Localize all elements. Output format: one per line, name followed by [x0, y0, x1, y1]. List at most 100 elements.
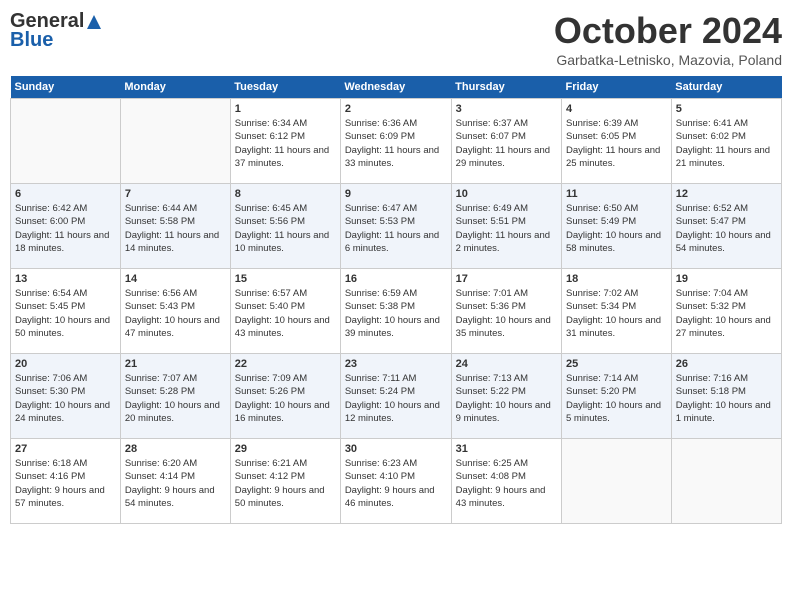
day-number: 20 — [15, 358, 116, 370]
day-number: 23 — [345, 358, 447, 370]
day-info: Sunrise: 7:01 AMSunset: 5:36 PMDaylight:… — [456, 287, 557, 340]
day-info: Sunrise: 6:41 AMSunset: 6:02 PMDaylight:… — [676, 117, 777, 170]
header-row: SundayMondayTuesdayWednesdayThursdayFrid… — [11, 76, 782, 99]
day-info: Sunrise: 7:13 AMSunset: 5:22 PMDaylight:… — [456, 372, 557, 425]
day-number: 1 — [235, 103, 336, 115]
col-header-wednesday: Wednesday — [340, 76, 451, 99]
day-info: Sunrise: 6:44 AMSunset: 5:58 PMDaylight:… — [125, 202, 226, 255]
day-number: 19 — [676, 273, 777, 285]
day-info: Sunrise: 7:14 AMSunset: 5:20 PMDaylight:… — [566, 372, 667, 425]
day-cell: 5 Sunrise: 6:41 AMSunset: 6:02 PMDaylight… — [671, 99, 781, 184]
day-number: 5 — [676, 103, 777, 115]
day-number: 7 — [125, 188, 226, 200]
week-row-4: 20 Sunrise: 7:06 AMSunset: 5:30 PMDayligh… — [11, 354, 782, 439]
day-info: Sunrise: 6:23 AMSunset: 4:10 PMDaylight:… — [345, 457, 447, 510]
day-cell: 11 Sunrise: 6:50 AMSunset: 5:49 PMDayligh… — [561, 184, 671, 269]
day-info: Sunrise: 6:47 AMSunset: 5:53 PMDaylight:… — [345, 202, 447, 255]
day-cell: 2Sunrise: 6:36 AMSunset: 6:09 PMDaylight… — [340, 99, 451, 184]
month-title: October 2024 — [554, 10, 782, 52]
day-cell: 21 Sunrise: 7:07 AMSunset: 5:28 PMDayligh… — [120, 354, 230, 439]
day-cell: 31 Sunrise: 6:25 AMSunset: 4:08 PMDayligh… — [451, 439, 561, 524]
week-row-5: 27 Sunrise: 6:18 AMSunset: 4:16 PMDayligh… — [11, 439, 782, 524]
day-info: Sunrise: 6:25 AMSunset: 4:08 PMDaylight:… — [456, 457, 557, 510]
day-info: Sunrise: 6:57 AMSunset: 5:40 PMDaylight:… — [235, 287, 336, 340]
col-header-thursday: Thursday — [451, 76, 561, 99]
day-cell: 28Sunrise: 6:20 AMSunset: 4:14 PMDayligh… — [120, 439, 230, 524]
day-info: Sunrise: 6:18 AMSunset: 4:16 PMDaylight:… — [15, 457, 116, 510]
day-info: Sunrise: 6:45 AMSunset: 5:56 PMDaylight:… — [235, 202, 336, 255]
day-number: 31 — [456, 443, 557, 455]
day-cell: 9Sunrise: 6:47 AMSunset: 5:53 PMDaylight… — [340, 184, 451, 269]
day-number: 14 — [125, 273, 226, 285]
day-info: Sunrise: 6:52 AMSunset: 5:47 PMDaylight:… — [676, 202, 777, 255]
logo-icon — [85, 13, 103, 31]
day-number: 22 — [235, 358, 336, 370]
day-cell: 6 Sunrise: 6:42 AMSunset: 6:00 PMDaylight… — [11, 184, 121, 269]
day-cell: 27 Sunrise: 6:18 AMSunset: 4:16 PMDayligh… — [11, 439, 121, 524]
day-info: Sunrise: 7:16 AMSunset: 5:18 PMDaylight:… — [676, 372, 777, 425]
col-header-sunday: Sunday — [11, 76, 121, 99]
day-info: Sunrise: 6:21 AMSunset: 4:12 PMDaylight:… — [235, 457, 336, 510]
day-cell: 25 Sunrise: 7:14 AMSunset: 5:20 PMDayligh… — [561, 354, 671, 439]
day-number: 26 — [676, 358, 777, 370]
day-cell: 24 Sunrise: 7:13 AMSunset: 5:22 PMDayligh… — [451, 354, 561, 439]
day-info: Sunrise: 6:34 AMSunset: 6:12 PMDaylight:… — [235, 117, 336, 170]
day-info: Sunrise: 6:59 AMSunset: 5:38 PMDaylight:… — [345, 287, 447, 340]
day-info: Sunrise: 6:56 AMSunset: 5:43 PMDaylight:… — [125, 287, 226, 340]
day-cell: 3 Sunrise: 6:37 AMSunset: 6:07 PMDaylight… — [451, 99, 561, 184]
day-cell — [120, 99, 230, 184]
day-number: 27 — [15, 443, 116, 455]
day-cell — [671, 439, 781, 524]
day-number: 18 — [566, 273, 667, 285]
day-number: 13 — [15, 273, 116, 285]
day-info: Sunrise: 6:37 AMSunset: 6:07 PMDaylight:… — [456, 117, 557, 170]
title-section: October 2024 Garbatka-Letnisko, Mazovia,… — [554, 10, 782, 68]
day-cell: 17 Sunrise: 7:01 AMSunset: 5:36 PMDayligh… — [451, 269, 561, 354]
col-header-friday: Friday — [561, 76, 671, 99]
day-cell: 8 Sunrise: 6:45 AMSunset: 5:56 PMDaylight… — [230, 184, 340, 269]
day-number: 6 — [15, 188, 116, 200]
day-cell: 29 Sunrise: 6:21 AMSunset: 4:12 PMDayligh… — [230, 439, 340, 524]
day-number: 29 — [235, 443, 336, 455]
day-number: 8 — [235, 188, 336, 200]
day-number: 30 — [345, 443, 447, 455]
day-cell: 20 Sunrise: 7:06 AMSunset: 5:30 PMDayligh… — [11, 354, 121, 439]
day-number: 12 — [676, 188, 777, 200]
logo: General Blue — [10, 10, 103, 52]
day-info: Sunrise: 6:42 AMSunset: 6:00 PMDaylight:… — [15, 202, 116, 255]
day-number: 11 — [566, 188, 667, 200]
day-cell: 7 Sunrise: 6:44 AMSunset: 5:58 PMDaylight… — [120, 184, 230, 269]
day-info: Sunrise: 6:50 AMSunset: 5:49 PMDaylight:… — [566, 202, 667, 255]
day-cell: 18 Sunrise: 7:02 AMSunset: 5:34 PMDayligh… — [561, 269, 671, 354]
day-info: Sunrise: 7:11 AMSunset: 5:24 PMDaylight:… — [345, 372, 447, 425]
day-info: Sunrise: 7:07 AMSunset: 5:28 PMDaylight:… — [125, 372, 226, 425]
day-info: Sunrise: 7:02 AMSunset: 5:34 PMDaylight:… — [566, 287, 667, 340]
day-cell: 15Sunrise: 6:57 AMSunset: 5:40 PMDayligh… — [230, 269, 340, 354]
week-row-2: 6 Sunrise: 6:42 AMSunset: 6:00 PMDaylight… — [11, 184, 782, 269]
day-number: 28 — [125, 443, 226, 455]
day-number: 21 — [125, 358, 226, 370]
day-number: 24 — [456, 358, 557, 370]
day-cell: 26 Sunrise: 7:16 AMSunset: 5:18 PMDayligh… — [671, 354, 781, 439]
day-cell: 4Sunrise: 6:39 AMSunset: 6:05 PMDaylight… — [561, 99, 671, 184]
day-cell: 19Sunrise: 7:04 AMSunset: 5:32 PMDayligh… — [671, 269, 781, 354]
week-row-3: 13 Sunrise: 6:54 AMSunset: 5:45 PMDayligh… — [11, 269, 782, 354]
col-header-monday: Monday — [120, 76, 230, 99]
day-cell: 13 Sunrise: 6:54 AMSunset: 5:45 PMDayligh… — [11, 269, 121, 354]
day-info: Sunrise: 7:09 AMSunset: 5:26 PMDaylight:… — [235, 372, 336, 425]
day-number: 17 — [456, 273, 557, 285]
day-number: 10 — [456, 188, 557, 200]
day-cell: 10Sunrise: 6:49 AMSunset: 5:51 PMDayligh… — [451, 184, 561, 269]
day-cell: 22 Sunrise: 7:09 AMSunset: 5:26 PMDayligh… — [230, 354, 340, 439]
location: Garbatka-Letnisko, Mazovia, Poland — [554, 52, 782, 68]
day-number: 25 — [566, 358, 667, 370]
day-info: Sunrise: 7:06 AMSunset: 5:30 PMDaylight:… — [15, 372, 116, 425]
col-header-tuesday: Tuesday — [230, 76, 340, 99]
week-row-1: 1 Sunrise: 6:34 AMSunset: 6:12 PMDaylight… — [11, 99, 782, 184]
day-info: Sunrise: 6:54 AMSunset: 5:45 PMDaylight:… — [15, 287, 116, 340]
day-number: 3 — [456, 103, 557, 115]
day-cell — [11, 99, 121, 184]
day-number: 4 — [566, 103, 667, 115]
day-number: 16 — [345, 273, 447, 285]
day-cell: 1 Sunrise: 6:34 AMSunset: 6:12 PMDaylight… — [230, 99, 340, 184]
